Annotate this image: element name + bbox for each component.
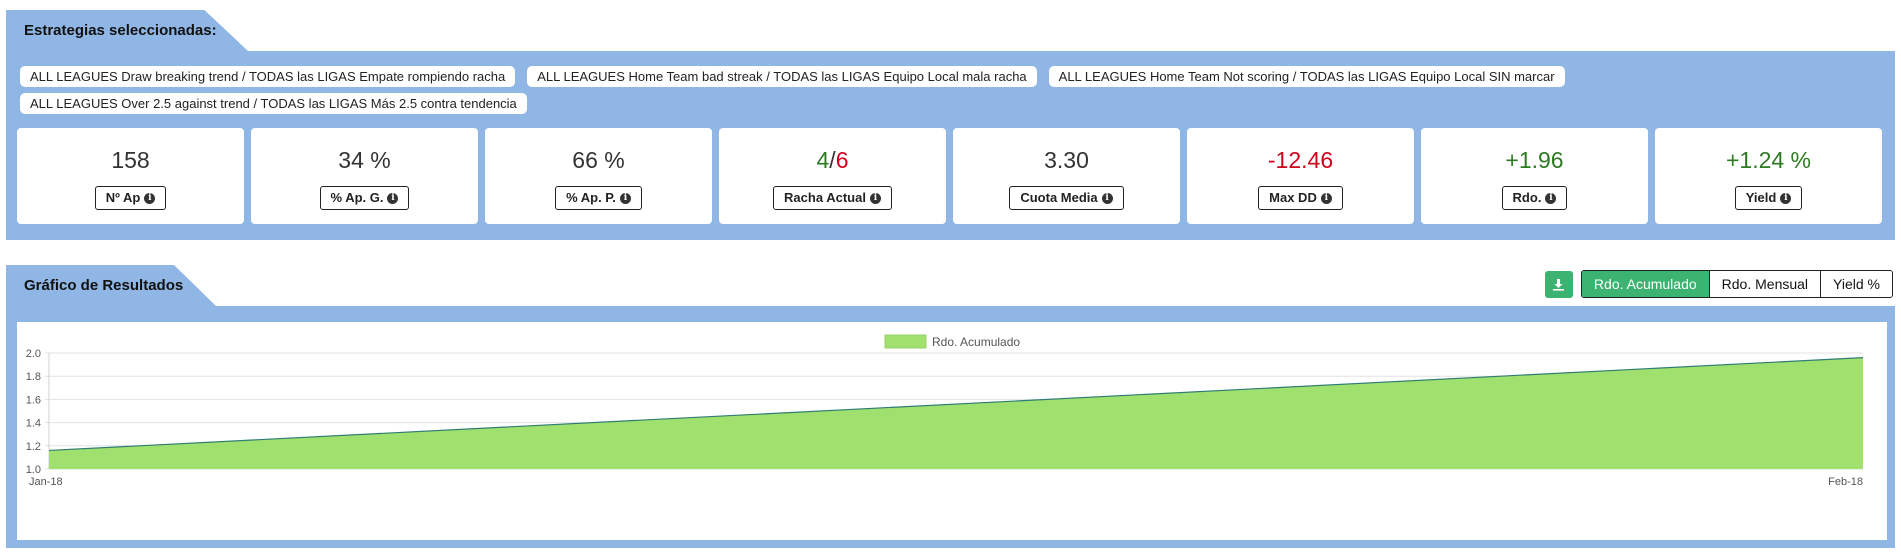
kpi-value-rdo: +1.96 xyxy=(1505,147,1564,173)
info-icon[interactable]: i xyxy=(1780,192,1792,204)
info-icon[interactable]: i xyxy=(869,192,881,204)
y-tick-label: 1.4 xyxy=(26,418,41,430)
kpi-label-ap-p[interactable]: % Ap. P. i xyxy=(555,186,642,210)
kpi-value-ap-p: 66 % xyxy=(572,147,625,173)
strategy-chip[interactable]: ALL LEAGUES Over 2.5 against trend / TOD… xyxy=(20,93,527,114)
legend-swatch xyxy=(884,334,927,349)
strategies-panel: ALL LEAGUES Draw breaking trend / TODAS … xyxy=(6,51,1895,240)
kpi-card-rdo: +1.96 Rdo. i xyxy=(1421,128,1648,224)
info-icon[interactable]: i xyxy=(144,192,156,204)
kpi-label-ap-g[interactable]: % Ap. G. i xyxy=(319,186,410,210)
kpi-value-maxdd: -12.46 xyxy=(1267,147,1334,173)
info-icon[interactable]: i xyxy=(619,192,631,204)
kpi-label-rdo[interactable]: Rdo. i xyxy=(1501,186,1568,210)
info-icon[interactable]: i xyxy=(1545,192,1557,204)
kpi-label-text: % Ap. P. xyxy=(566,190,616,205)
strategy-chip[interactable]: ALL LEAGUES Draw breaking trend / TODAS … xyxy=(20,66,516,87)
kpi-card-racha: 4/6 Racha Actual i xyxy=(719,128,946,224)
kpi-label-racha[interactable]: Racha Actual i xyxy=(773,186,892,210)
results-tab-title: Gráfico de Resultados xyxy=(6,265,216,306)
results-panel: 1.0 1.2 1.4 1.6 1.8 2.0 Jan-18 Feb-18 Rdo. Acumu… xyxy=(6,306,1895,548)
kpi-label-text: Racha Actual xyxy=(784,190,866,205)
kpi-label-text: Yield xyxy=(1745,190,1777,205)
strategy-chip[interactable]: ALL LEAGUES Home Team Not scoring / TODA… xyxy=(1048,66,1565,87)
kpi-card-ap-p: 66 % % Ap. P. i xyxy=(485,128,712,224)
y-tick-label: 1.8 xyxy=(26,371,41,383)
info-icon[interactable]: i xyxy=(387,192,399,204)
y-tick-label: 1.6 xyxy=(26,394,41,406)
kpi-label-yield[interactable]: Yield i xyxy=(1734,186,1803,210)
kpi-card-maxdd: -12.46 Max DD i xyxy=(1187,128,1414,224)
kpi-label-text: Rdo. xyxy=(1512,190,1542,205)
kpi-label-maxdd[interactable]: Max DD i xyxy=(1258,186,1343,210)
strategy-chip[interactable]: ALL LEAGUES Home Team bad streak / TODAS… xyxy=(527,66,1037,87)
info-icon[interactable]: i xyxy=(1320,192,1332,204)
kpi-card-ap-g: 34 % % Ap. G. i xyxy=(251,128,478,224)
strategy-chip-list: ALL LEAGUES Draw breaking trend / TODAS … xyxy=(20,66,1890,114)
kpi-label-text: Cuota Media xyxy=(1020,190,1098,205)
kpi-label-text: Nº Ap xyxy=(105,190,141,205)
info-icon[interactable]: i xyxy=(1101,192,1113,204)
racha-losses: 6 xyxy=(835,147,849,173)
racha-wins: 4 xyxy=(816,147,830,173)
strategies-tab-title: Estrategias seleccionadas: xyxy=(6,10,248,51)
kpi-value-ap: 158 xyxy=(111,147,150,173)
kpi-value-racha: 4/6 xyxy=(817,147,849,174)
kpi-card-cuota: 3.30 Cuota Media i xyxy=(953,128,1180,224)
tab-rdo-mensual[interactable]: Rdo. Mensual xyxy=(1708,271,1821,297)
y-tick-label: 1.2 xyxy=(26,441,41,453)
chart-mode-selector: Rdo. Acumulado Rdo. Mensual Yield % xyxy=(1580,270,1893,298)
tab-yield[interactable]: Yield % xyxy=(1820,271,1892,297)
kpi-value-yield: +1.24 % xyxy=(1725,147,1812,173)
download-button[interactable] xyxy=(1544,270,1573,298)
results-chart: 1.0 1.2 1.4 1.6 1.8 2.0 Jan-18 Feb-18 Rdo. Acumu… xyxy=(26,334,1864,488)
kpi-value-ap-g: 34 % xyxy=(338,147,391,173)
kpi-value-cuota: 3.30 xyxy=(1044,147,1089,173)
x-tick-label: Jan-18 xyxy=(29,476,63,488)
area-series-fill xyxy=(49,357,1863,469)
chart-toolbar: Rdo. Acumulado Rdo. Mensual Yield % xyxy=(1544,270,1893,298)
kpi-card-yield: +1.24 % Yield i xyxy=(1655,128,1882,224)
kpi-label-cuota[interactable]: Cuota Media i xyxy=(1009,186,1124,210)
chart-container: 1.0 1.2 1.4 1.6 1.8 2.0 Jan-18 Feb-18 Rdo. Acumu… xyxy=(17,322,1887,540)
download-icon xyxy=(1553,278,1565,291)
y-tick-label: 1.0 xyxy=(26,464,41,476)
kpi-row: 158 Nº Ap i 34 % % Ap. G. i 66 % % Ap. P. i… xyxy=(17,128,1882,224)
kpi-label-text: Max DD xyxy=(1269,190,1317,205)
tab-rdo-acumulado[interactable]: Rdo. Acumulado xyxy=(1581,271,1709,297)
y-tick-label: 2.0 xyxy=(26,348,41,360)
kpi-card-ap: 158 Nº Ap i xyxy=(17,128,244,224)
kpi-label-text: % Ap. G. xyxy=(330,190,384,205)
legend-label: Rdo. Acumulado xyxy=(932,335,1020,349)
kpi-label-ap[interactable]: Nº Ap i xyxy=(94,186,167,210)
x-tick-label: Feb-18 xyxy=(1828,476,1863,488)
